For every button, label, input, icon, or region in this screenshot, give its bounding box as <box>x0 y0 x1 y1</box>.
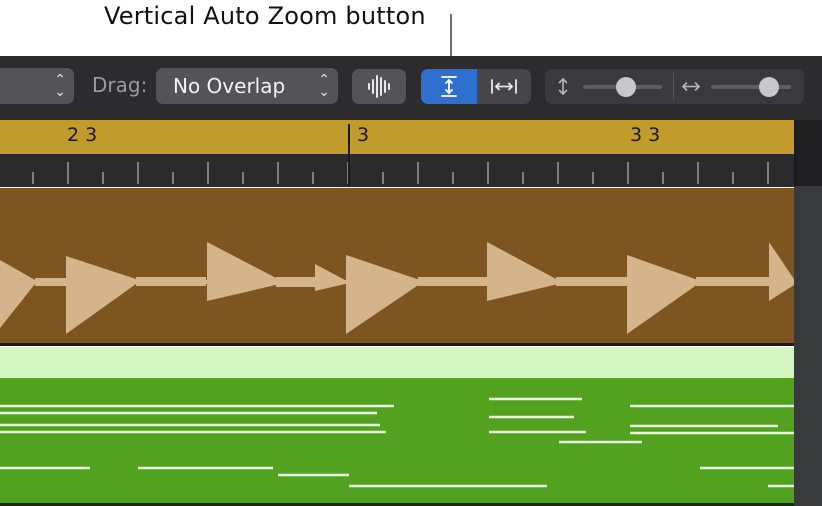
drag-label: Drag: <box>92 73 148 97</box>
playhead[interactable] <box>348 124 350 186</box>
waveform-zoom-button[interactable] <box>352 69 406 104</box>
vertical-zoom-slider[interactable] <box>583 77 662 97</box>
tracks-toolbar: ⌃ ⌄ Drag: No Overlap ⌃ ⌄ <box>0 56 822 120</box>
bar-marker-label: 3 3 <box>630 124 661 146</box>
horizontal-zoom-slider[interactable] <box>711 77 791 97</box>
bar-marker-label: 3 <box>357 124 370 146</box>
drag-mode-value: No Overlap <box>173 74 286 98</box>
vertical-arrows-icon <box>558 77 568 96</box>
vertical-scrollbar[interactable] <box>794 120 822 506</box>
vertical-auto-zoom-icon <box>441 76 457 97</box>
midi-region[interactable] <box>0 378 794 503</box>
audio-waveform <box>0 242 794 334</box>
chevron-up-down-icon: ⌃ ⌄ <box>54 72 66 100</box>
audio-region[interactable] <box>0 188 794 343</box>
ruler-tick-marks <box>32 162 769 184</box>
scrollbar-track <box>794 186 822 506</box>
chevron-up-down-icon: ⌃ ⌄ <box>318 72 330 100</box>
callout-label: Vertical Auto Zoom button <box>104 2 426 30</box>
vertical-zoom-slider-knob[interactable] <box>616 77 637 97</box>
horizontal-auto-zoom-icon <box>491 79 517 94</box>
bar-ruler[interactable]: 2 3 3 3 3 <box>0 120 794 154</box>
midi-region-header[interactable] <box>0 347 794 378</box>
waveform-zoom-icon <box>368 75 390 98</box>
horizontal-zoom-slider-knob[interactable] <box>758 77 779 97</box>
midi-notes <box>0 397 794 488</box>
ruler-ticks <box>0 154 794 187</box>
snap-popup[interactable]: ⌃ ⌄ <box>0 68 74 104</box>
zoom-sliders-group <box>545 69 804 104</box>
horizontal-arrows-icon <box>681 82 701 91</box>
horizontal-auto-zoom-button[interactable] <box>477 69 531 104</box>
vertical-auto-zoom-button[interactable] <box>421 69 477 104</box>
region-divider <box>0 343 794 346</box>
bar-marker-label: 2 3 <box>67 124 98 146</box>
callout-area: Vertical Auto Zoom button <box>0 0 822 76</box>
sliders-divider <box>673 73 674 100</box>
auto-zoom-segmented-control <box>421 69 531 104</box>
drag-mode-popup[interactable]: No Overlap ⌃ ⌄ <box>156 68 338 104</box>
